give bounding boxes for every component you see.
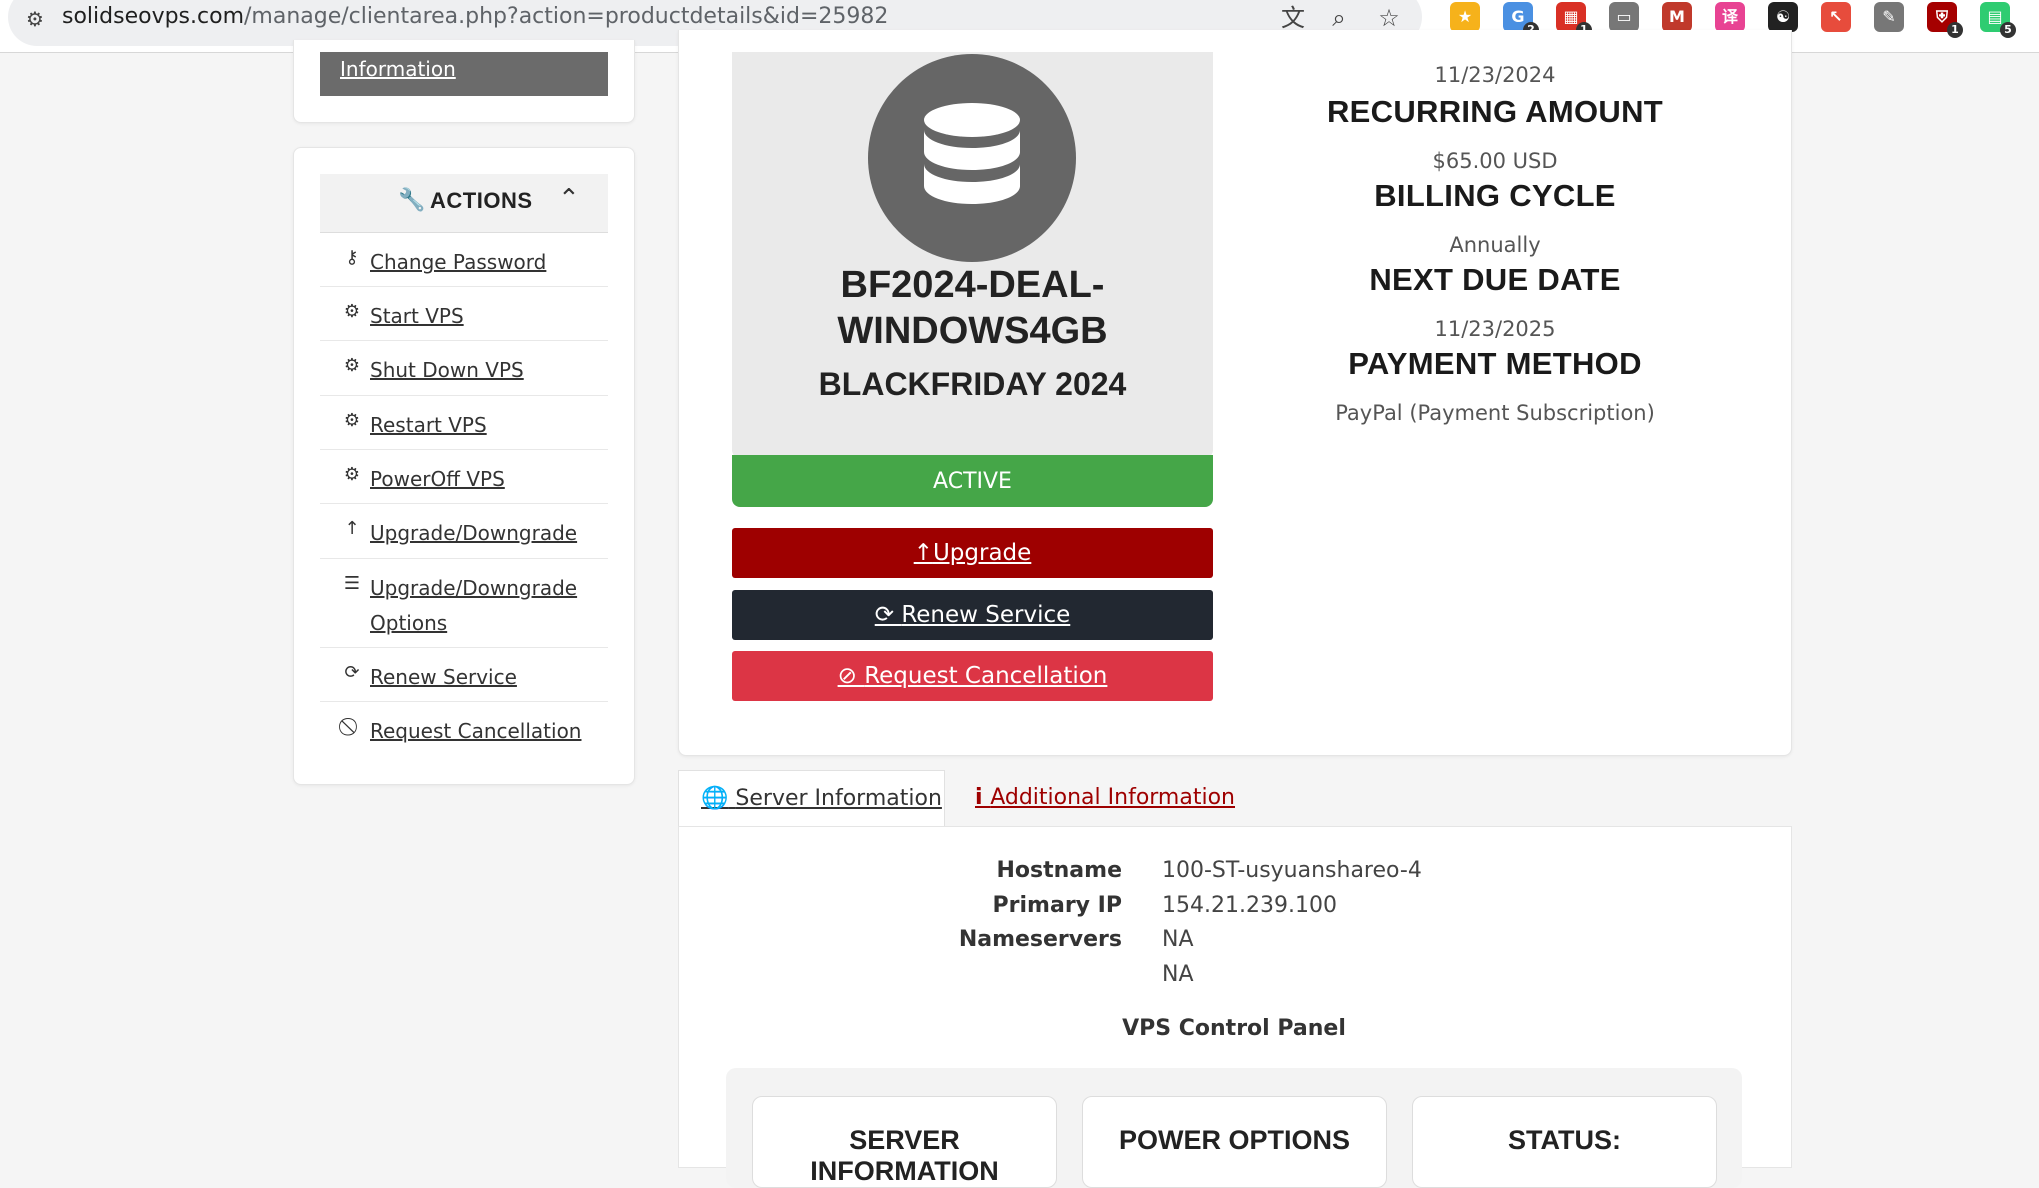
extension-badge: 5 [2000,22,2016,38]
url-domain: solidseovps.com [62,4,244,29]
shield-extension-icon[interactable]: ⛨ 1 [1927,2,1963,38]
action-label[interactable]: Renew Service [370,660,517,695]
ban-icon: ⃠ [340,716,364,737]
action-upgrade-downgrade[interactable]: ↑ Upgrade/Downgrade [320,504,608,559]
action-label[interactable]: Restart VPS [370,408,487,443]
action-poweroff-vps[interactable]: ⚙ PowerOff VPS [320,450,608,504]
card-title: STATUS: [1508,1125,1621,1155]
url-text[interactable]: solidseovps.com/manage/clientarea.php?ac… [62,2,888,32]
refresh-icon: ⟳ [874,602,902,628]
info-icon: i [975,785,991,810]
arrow-up-icon: ↑ [913,540,933,566]
actions-title: ACTIONS [430,188,533,213]
next-due-date-heading: NEXT DUE DATE [1369,262,1621,297]
gears-icon: ⚙ [343,355,361,376]
database-icon [868,54,1076,262]
action-label[interactable]: Upgrade/Downgrade [370,516,577,551]
primary-ip-value: 154.21.239.100 [1162,893,1337,918]
cursor-extension-icon[interactable]: ↖ [1821,2,1851,32]
recurring-amount-value: $65.00 USD [1432,149,1558,173]
database-glyph [924,103,1020,204]
hostname-label: Hostname [996,858,1123,883]
tab-server-information[interactable]: 🌐 Server Information [678,770,945,827]
url-path: /manage/clientarea.php?action=productdet… [244,4,889,29]
billing-cycle-heading: BILLING CYCLE [1374,178,1616,213]
chevron-up-icon[interactable]: ⌃ [558,184,580,214]
ban-icon: ⊘ [837,663,865,689]
information-button[interactable]: Information [320,52,608,96]
tab-label: Additional Information [990,785,1235,810]
action-change-password[interactable]: ⚷ Change Password [320,233,608,287]
status-card[interactable]: STATUS: [1412,1096,1717,1188]
power-options-card[interactable]: POWER OPTIONS [1082,1096,1387,1188]
vps-control-panel-title: VPS Control Panel [1122,1016,1346,1041]
product-name-line-1: BF2024-DEAL- [840,264,1105,306]
refresh-icon: ⟳ [344,662,360,683]
action-upgrade-downgrade-options[interactable]: ☰ Upgrade/Downgrade Options [320,559,608,648]
payment-method-heading: PAYMENT METHOD [1348,346,1642,381]
primary-ip-label: Primary IP [992,893,1122,918]
upgrade-button[interactable]: ↑Upgrade [732,528,1213,578]
gears-icon: ⚙ [343,301,361,322]
nameserver-1-value: NA [1162,927,1194,952]
calendar-extension-icon[interactable]: ▦1 [1556,2,1592,38]
action-start-vps[interactable]: ⚙ Start VPS [320,287,608,341]
request-cancellation-button[interactable]: ⊘ Request Cancellation [732,651,1213,701]
action-label[interactable]: PowerOff VPS [370,462,505,497]
grammar-extension-icon[interactable]: G2 [1503,2,1539,38]
wrench-icon: 🔧 [398,188,426,213]
action-label[interactable]: Upgrade/Downgrade Options [370,571,590,641]
product-name-line-2: WINDOWS4GB [837,310,1108,352]
arrow-up-icon: ↑ [344,518,360,539]
list-icon: ☰ [343,573,361,594]
yin-yang-extension-icon[interactable]: ☯ [1768,2,1798,32]
key-icon: ⚷ [345,247,359,268]
nameservers-label: Nameservers [958,927,1122,952]
payment-method-value: PayPal (Payment Subscription) [1335,401,1655,425]
star-extension-icon[interactable]: ★ [1450,2,1480,32]
server-information-card[interactable]: SERVER INFORMATION [752,1096,1057,1188]
gears-icon: ⚙ [343,464,361,485]
recurring-amount-heading: RECURRING AMOUNT [1326,94,1664,129]
product-group: BLACKFRIDAY 2024 [818,366,1127,402]
action-restart-vps[interactable]: ⚙ Restart VPS [320,396,608,450]
billing-cycle-value: Annually [1449,233,1541,257]
puzzle-extension-icon[interactable]: ▤ 5 [1980,2,2016,38]
renew-label: Renew Service [901,602,1071,628]
gears-icon: ⚙ [343,410,361,431]
actions-header[interactable]: 🔧 ACTIONS ⌃ [320,174,608,233]
edit-extension-icon[interactable]: ✎ [1874,2,1904,32]
globe-icon: 🌐 [701,786,729,811]
cancel-label: Request Cancellation [864,663,1108,689]
action-renew-service[interactable]: ⟳ Renew Service [320,648,608,702]
nameserver-2-value: NA [1162,962,1194,987]
registration-date-value: 11/23/2024 [1434,63,1556,87]
tab-additional-information[interactable]: i Additional Information [975,770,1235,826]
renew-service-button[interactable]: ⟳ Renew Service [732,590,1213,640]
tab-extension-icon[interactable]: ▭ [1609,2,1639,32]
action-label[interactable]: Shut Down VPS [370,353,524,388]
site-info-icon[interactable]: ⚙ [22,6,48,32]
m-extension-icon[interactable]: M [1662,2,1692,32]
status-badge: ACTIVE [732,455,1213,507]
action-request-cancellation[interactable]: ⃠ Request Cancellation [320,702,608,757]
next-due-date-value: 11/23/2025 [1434,317,1556,341]
card-title: POWER OPTIONS [1118,1125,1351,1155]
action-label[interactable]: Start VPS [370,299,464,334]
translate-extension-icon[interactable]: 译 [1715,2,1745,32]
upgrade-label: Upgrade [932,540,1032,566]
action-shut-down-vps[interactable]: ⚙ Shut Down VPS [320,341,608,396]
action-label[interactable]: Change Password [370,245,546,280]
card-title: SERVER INFORMATION [810,1125,999,1186]
product-name: BF2024-DEAL- WINDOWS4GB [732,262,1213,354]
hostname-value: 100-ST-usyuanshareo-4 [1162,858,1422,883]
extension-badge: 1 [1947,22,1963,38]
tab-label: Server Information [735,786,942,811]
action-label[interactable]: Request Cancellation [370,714,581,749]
